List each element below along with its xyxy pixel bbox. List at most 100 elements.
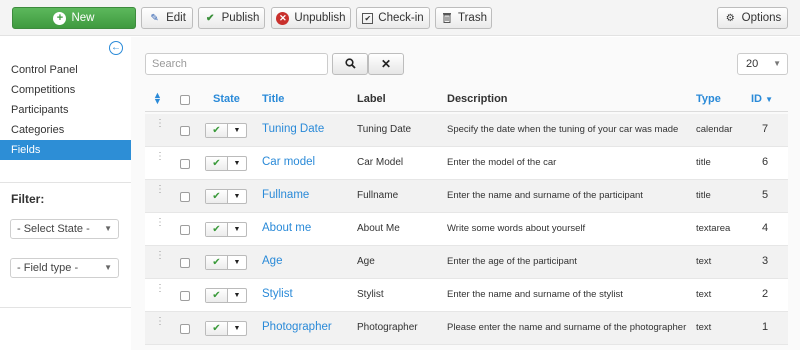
sidebar-divider <box>0 182 131 183</box>
column-header-state[interactable]: State <box>213 93 240 105</box>
field-title-link[interactable]: Tuning Date <box>262 123 324 135</box>
search-icon <box>344 58 356 69</box>
search-button[interactable] <box>332 53 368 75</box>
field-title-link[interactable]: Car model <box>262 156 315 168</box>
state-toggle[interactable]: ✔ ▼ <box>205 222 247 237</box>
column-header-id[interactable]: ID ▼ <box>751 93 773 105</box>
field-label: Car Model <box>357 157 404 168</box>
drag-handle-icon[interactable]: ⋮ <box>155 152 165 162</box>
field-title-link[interactable]: Fullname <box>262 189 309 201</box>
sidebar-bottom-divider <box>0 307 131 308</box>
field-id: 3 <box>762 255 769 267</box>
field-title-link[interactable]: Age <box>262 255 282 267</box>
trash-button[interactable]: Trash <box>435 7 492 29</box>
state-toggle[interactable]: ✔ ▼ <box>205 123 247 138</box>
column-header-title[interactable]: Title <box>262 93 284 105</box>
caret-down-icon[interactable]: ▼ <box>228 289 246 302</box>
published-check-icon[interactable]: ✔ <box>206 157 228 170</box>
sidebar: ← Control Panel Competitions Participant… <box>0 37 131 307</box>
field-type-filter-value: - Field type - <box>17 262 79 274</box>
drag-handle-icon[interactable]: ⋮ <box>155 185 165 195</box>
row-checkbox[interactable] <box>180 159 190 169</box>
state-toggle[interactable]: ✔ ▼ <box>205 321 247 336</box>
state-filter-select[interactable]: - Select State - ▼ <box>10 219 119 239</box>
ordering-sort-icon[interactable]: ▲ ▼ <box>153 91 162 106</box>
row-checkbox[interactable] <box>180 225 190 235</box>
close-icon: ✕ <box>380 57 392 71</box>
field-type: calendar <box>696 124 733 135</box>
select-all-checkbox[interactable] <box>180 95 190 105</box>
row-checkbox[interactable] <box>180 324 190 334</box>
caret-down-icon[interactable]: ▼ <box>228 256 246 269</box>
options-button[interactable]: ⚙ Options <box>717 7 788 29</box>
state-toggle[interactable]: ✔ ▼ <box>205 189 247 204</box>
sidebar-item-categories[interactable]: Categories <box>0 120 131 140</box>
collapse-sidebar-icon[interactable]: ← <box>109 41 123 55</box>
drag-handle-icon[interactable]: ⋮ <box>155 317 165 327</box>
publish-button[interactable]: ✔ Publish <box>198 7 265 29</box>
unpublish-button[interactable]: ✕ Unpublish <box>271 7 351 29</box>
drag-handle-icon[interactable]: ⋮ <box>155 251 165 261</box>
publish-button-label: Publish <box>221 12 260 24</box>
published-check-icon[interactable]: ✔ <box>206 256 228 269</box>
state-toggle[interactable]: ✔ ▼ <box>205 288 247 303</box>
search-input[interactable]: Search <box>145 53 328 75</box>
field-type: text <box>696 289 712 300</box>
field-label: Age <box>357 256 375 267</box>
caret-down-icon[interactable]: ▼ <box>228 124 246 137</box>
row-checkbox[interactable] <box>180 126 190 136</box>
drag-handle-icon[interactable]: ⋮ <box>155 284 165 294</box>
published-check-icon[interactable]: ✔ <box>206 223 228 236</box>
field-description: Enter the name and surname of the partic… <box>447 190 643 201</box>
field-title-link[interactable]: About me <box>262 222 311 234</box>
table-row: ⋮ ✔ ▼ Car model Car Model Enter the model… <box>145 147 788 180</box>
field-type: title <box>696 190 711 201</box>
sidebar-item-fields[interactable]: Fields <box>0 140 131 160</box>
column-header-type[interactable]: Type <box>696 93 721 105</box>
list-limit-select[interactable]: 20 ▼ <box>737 53 788 75</box>
row-checkbox[interactable] <box>180 291 190 301</box>
row-checkbox[interactable] <box>180 192 190 202</box>
field-id: 7 <box>762 123 769 135</box>
toolbar: + New ✎ Edit ✔ Publish ✕ Unpublish ✔ Che… <box>0 0 800 36</box>
published-check-icon[interactable]: ✔ <box>206 190 228 203</box>
edit-icon: ✎ <box>150 12 159 24</box>
drag-handle-icon[interactable]: ⋮ <box>155 119 165 129</box>
field-label: Fullname <box>357 190 399 201</box>
column-header-id-label: ID <box>751 93 762 105</box>
checkin-button[interactable]: ✔ Check-in <box>356 7 430 29</box>
caret-down-icon[interactable]: ▼ <box>228 223 246 236</box>
field-description: Enter the age of the participant <box>447 256 577 267</box>
table-row: ⋮ ✔ ▼ Tuning Date Tuning Date Specify the… <box>145 114 788 147</box>
caret-down-icon[interactable]: ▼ <box>228 157 246 170</box>
unpublish-button-label: Unpublish <box>294 12 346 24</box>
unpublish-icon: ✕ <box>276 11 290 25</box>
row-checkbox[interactable] <box>180 258 190 268</box>
new-button-label: New <box>71 12 95 24</box>
published-check-icon[interactable]: ✔ <box>206 322 228 335</box>
options-button-label: Options <box>741 12 782 24</box>
sidebar-item-participants[interactable]: Participants <box>0 100 131 120</box>
published-check-icon[interactable]: ✔ <box>206 124 228 137</box>
header-divider <box>145 111 788 112</box>
drag-handle-icon[interactable]: ⋮ <box>155 218 165 228</box>
state-toggle[interactable]: ✔ ▼ <box>205 255 247 270</box>
field-id: 5 <box>762 189 769 201</box>
main-content: Search ✕ 20 ▼ ▲ ▼ State Title Label Descr… <box>131 37 800 350</box>
field-title-link[interactable]: Photographer <box>262 321 332 333</box>
clear-search-button[interactable]: ✕ <box>368 53 404 75</box>
field-description: Enter the name and surname of the stylis… <box>447 289 623 300</box>
caret-down-icon[interactable]: ▼ <box>228 322 246 335</box>
new-button[interactable]: + New <box>12 7 136 29</box>
field-title-link[interactable]: Stylist <box>262 288 293 300</box>
table-row: ⋮ ✔ ▼ Fullname Fullname Enter the name an… <box>145 180 788 213</box>
sidebar-item-competitions[interactable]: Competitions <box>0 80 131 100</box>
chevron-down-icon: ▼ <box>104 263 112 272</box>
state-toggle[interactable]: ✔ ▼ <box>205 156 247 171</box>
field-type-filter-select[interactable]: - Field type - ▼ <box>10 258 119 278</box>
edit-button-label: Edit <box>166 12 186 24</box>
caret-down-icon[interactable]: ▼ <box>228 190 246 203</box>
sidebar-item-control-panel[interactable]: Control Panel <box>0 60 131 80</box>
published-check-icon[interactable]: ✔ <box>206 289 228 302</box>
edit-button[interactable]: ✎ Edit <box>141 7 193 29</box>
